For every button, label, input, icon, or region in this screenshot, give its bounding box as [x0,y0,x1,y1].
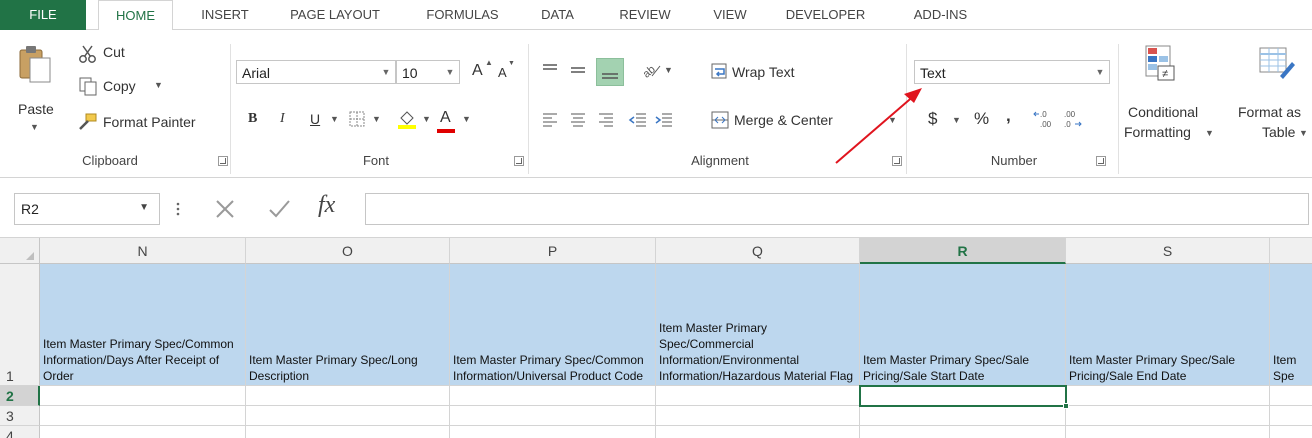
tab-formulas[interactable]: FORMULAS [410,0,515,30]
tab-file[interactable]: FILE [0,0,86,30]
row-header-2[interactable]: 2 [0,386,40,406]
grid-cell[interactable] [656,406,860,426]
formula-input[interactable] [365,193,1309,225]
tab-insert[interactable]: INSERT [190,0,260,30]
grid-cell[interactable] [656,386,860,406]
row-header-4[interactable]: 4 [0,426,40,438]
cell-o1[interactable]: Item Master Primary Spec/Long Descriptio… [246,264,450,386]
tab-data[interactable]: DATA [525,0,590,30]
tab-developer[interactable]: DEVELOPER [768,0,883,30]
grid-cell[interactable] [450,406,656,426]
grid-cell[interactable] [246,386,450,406]
cell-s1[interactable]: Item Master Primary Spec/Sale Pricing/Sa… [1066,264,1270,386]
cell-q1[interactable]: Item Master Primary Spec/Commercial Info… [656,264,860,386]
grid-cell[interactable] [1270,386,1312,406]
chevron-down-icon: ▼ [139,202,149,213]
column-header-s[interactable]: S [1066,238,1270,264]
tab-page-layout[interactable]: PAGE LAYOUT [270,0,400,30]
cell-t1[interactable]: Item Spe [1270,264,1312,386]
grid-cell[interactable] [1066,386,1270,406]
name-box-value: R2 [21,201,39,217]
ribbon: Paste ▼ Cut Copy ▼ Format Painter Clipbo… [0,30,1312,178]
tab-add-ins[interactable]: ADD-INS [893,0,988,30]
formula-bar: R2 ▼ fx [0,178,1312,238]
fill-handle[interactable] [1063,403,1069,409]
annotation-arrow-icon [835,88,922,164]
insert-function-button[interactable]: fx [318,192,335,219]
grid-cell[interactable] [860,406,1066,426]
ribbon-tab-bar: FILE HOME INSERT PAGE LAYOUT FORMULAS DA… [0,0,1312,31]
grid-cell[interactable] [40,426,246,438]
row-header-3[interactable]: 3 [0,406,40,426]
row-header-1[interactable]: 1 [0,264,40,386]
grid-cell[interactable] [450,386,656,406]
cell-p1[interactable]: Item Master Primary Spec/Common Informat… [450,264,656,386]
cancel-icon[interactable] [212,196,238,222]
select-all-corner[interactable] [0,238,40,264]
tab-view[interactable]: VIEW [700,0,760,30]
tab-review[interactable]: REVIEW [600,0,690,30]
more-options-icon[interactable] [172,200,184,218]
grid-cell[interactable] [1270,406,1312,426]
tab-home[interactable]: HOME [98,0,173,31]
column-header-t[interactable] [1270,238,1312,264]
grid-cell[interactable] [450,426,656,438]
spreadsheet-grid: N O P Q R S 1 2 3 4 Item Master Primary … [0,238,1312,438]
grid-cell[interactable] [1066,426,1270,438]
grid-cell[interactable] [656,426,860,438]
cell-r1[interactable]: Item Master Primary Spec/Sale Pricing/Sa… [860,264,1066,386]
grid-cell[interactable] [1270,426,1312,438]
cell-n1[interactable]: Item Master Primary Spec/Common Informat… [40,264,246,386]
grid-cell[interactable] [40,406,246,426]
column-header-q[interactable]: Q [656,238,860,264]
grid-cell[interactable] [40,386,246,406]
column-header-r[interactable]: R [860,238,1066,264]
column-header-n[interactable]: N [40,238,246,264]
column-header-o[interactable]: O [246,238,450,264]
grid-cell[interactable] [860,426,1066,438]
active-cell-border [859,385,1067,407]
enter-check-icon[interactable] [266,196,292,222]
column-header-p[interactable]: P [450,238,656,264]
name-box[interactable]: R2 ▼ [14,193,160,225]
grid-cell[interactable] [246,426,450,438]
grid-cell[interactable] [1066,406,1270,426]
grid-cell[interactable] [246,406,450,426]
